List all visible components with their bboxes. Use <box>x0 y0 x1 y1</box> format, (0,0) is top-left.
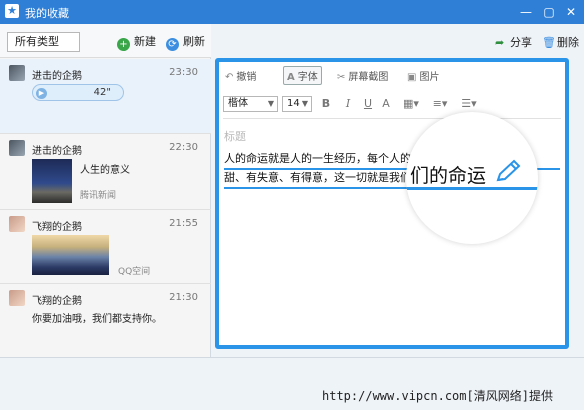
image-source: QQ空间 <box>118 267 151 277</box>
font-label: 字体 <box>297 72 318 83</box>
font-a-icon: A <box>287 72 295 83</box>
refresh-icon: ⟳ <box>166 38 179 51</box>
item-message: 你要加油哦，我们都支持你。 <box>32 314 162 325</box>
voice-message-bubble[interactable]: ▶ 42" <box>32 84 124 101</box>
undo-label: 撤销 <box>236 72 257 83</box>
magnifier-overlay: 们的命运 <box>406 112 538 244</box>
bold-icon[interactable]: B <box>319 97 333 110</box>
avatar <box>9 290 25 306</box>
refresh-button[interactable]: ⟳ 刷新 <box>166 34 205 51</box>
avatar <box>9 216 25 232</box>
share-button[interactable]: ➦ 分享 <box>495 34 532 50</box>
toolbar-divider <box>223 118 561 119</box>
star-icon: ★ <box>5 4 19 18</box>
refresh-label: 刷新 <box>183 35 205 48</box>
new-label: 新建 <box>134 35 156 48</box>
list-item[interactable]: 飞翔的企鹅 21:30 你要加油哦，我们都支持你。 <box>0 284 211 336</box>
status-bar: http://www.vipcn.com[清风网络]提供 <box>0 357 584 410</box>
item-time: 21:55 <box>169 218 198 229</box>
font-family-select[interactable]: 楷体 ▼ <box>223 96 278 112</box>
image-thumbnail <box>32 235 109 275</box>
share-icon: ➦ <box>495 36 505 49</box>
new-button[interactable]: + 新建 <box>117 34 156 51</box>
trash-icon: 🗑 <box>542 36 556 49</box>
content-line: 甜、有失意、有得意，这一切就是我们的命运 <box>224 169 414 189</box>
title-input[interactable]: 标题 <box>224 128 246 144</box>
type-filter-select[interactable]: 所有类型 <box>7 32 80 52</box>
maximize-icon[interactable]: ▢ <box>540 3 558 21</box>
item-time: 21:30 <box>169 292 198 303</box>
pencil-icon <box>496 159 521 182</box>
avatar <box>9 65 25 81</box>
play-icon[interactable]: ▶ <box>36 88 47 99</box>
favorites-list-panel: 所有类型 + 新建 ⟳ 刷新 进击的企鹅 23:30 ▶ 42" 进击的企鹅 22:… <box>0 24 211 357</box>
news-source: 腾讯新闻 <box>80 191 117 201</box>
item-user: 进击的企鹅 <box>32 146 82 157</box>
item-time: 23:30 <box>169 67 198 78</box>
highlight-icon[interactable]: ▦▾ <box>401 97 421 110</box>
item-user: 飞翔的企鹅 <box>32 296 82 307</box>
font-size-select[interactable]: 14 ▼ <box>282 96 312 112</box>
image-icon: ▣ <box>407 72 417 83</box>
list-item[interactable]: 飞翔的企鹅 21:55 QQ空间 <box>0 210 211 284</box>
left-toolbar: 所有类型 + 新建 ⟳ 刷新 <box>0 24 211 58</box>
chevron-down-icon: ▼ <box>301 99 308 108</box>
delete-label: 删除 <box>557 36 579 49</box>
image-button[interactable]: ▣ 图片 <box>407 68 439 83</box>
font-family-value: 楷体 <box>228 98 248 109</box>
news-thumbnail <box>32 159 72 203</box>
minimize-icon[interactable]: — <box>517 3 535 21</box>
magnified-text: 们的命运 <box>410 165 487 187</box>
item-user: 进击的企鹅 <box>32 71 82 82</box>
magnified-underline <box>406 187 538 190</box>
underline-icon[interactable]: U <box>361 97 375 110</box>
delete-button[interactable]: 🗑删除 <box>542 34 579 50</box>
screenshot-label: 屏幕截图 <box>348 72 389 83</box>
list-item[interactable]: 进击的企鹅 23:30 ▶ 42" <box>0 59 211 134</box>
image-label: 图片 <box>419 72 440 83</box>
undo-icon: ↶ <box>225 72 234 83</box>
list-item[interactable]: 进击的企鹅 22:30 人生的意义 腾讯新闻 <box>0 134 211 210</box>
italic-icon[interactable]: I <box>341 97 355 110</box>
font-button[interactable]: A 字体 <box>283 66 322 85</box>
watermark-text: http://www.vipcn.com[清风网络]提供 <box>322 389 553 403</box>
item-user: 飞翔的企鹅 <box>32 222 82 233</box>
scissors-icon: ✂ <box>337 72 346 83</box>
font-color-icon[interactable]: A <box>379 97 393 110</box>
window-title: 我的收藏 <box>25 7 69 20</box>
align-icon[interactable]: ≡▾ <box>430 97 450 110</box>
news-title: 人生的意义 <box>80 165 130 176</box>
item-time: 22:30 <box>169 142 198 153</box>
title-bar: ★ 我的收藏 — ▢ ✕ <box>0 0 584 24</box>
font-size-value: 14 <box>287 98 300 109</box>
list-icon[interactable]: ☰▾ <box>459 97 479 110</box>
close-icon[interactable]: ✕ <box>562 3 580 21</box>
share-label: 分享 <box>510 36 532 49</box>
screenshot-button[interactable]: ✂ 屏幕截图 <box>337 68 388 83</box>
voice-duration: 42" <box>93 87 111 98</box>
avatar <box>9 140 25 156</box>
plus-icon: + <box>117 38 130 51</box>
chevron-down-icon: ▼ <box>267 99 274 108</box>
undo-button[interactable]: ↶ 撤销 <box>225 68 256 83</box>
